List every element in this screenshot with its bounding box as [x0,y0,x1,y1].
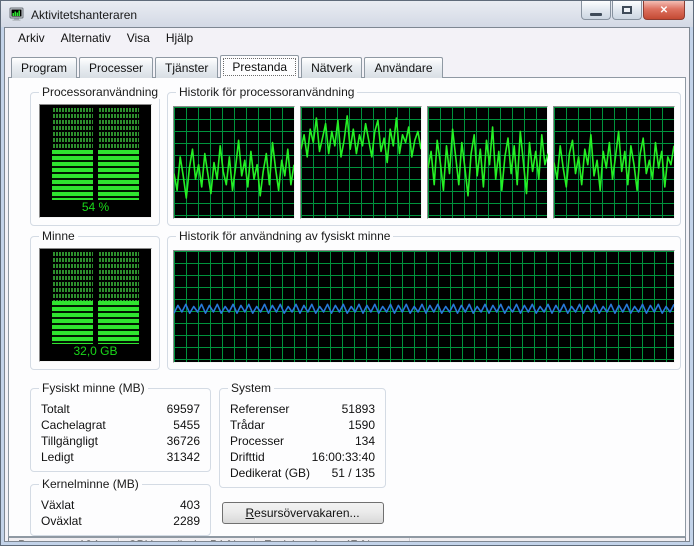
cpu-led-lit [52,150,93,200]
memory-group: Minne 32,0 GB [30,236,160,370]
cpu-history-graph-1 [173,106,295,219]
mem-led-dim [52,252,93,301]
close-icon: ✕ [660,5,668,16]
memory-meter: 32,0 GB [39,248,152,362]
cpu-history-group-label: Historik för processoranvändning [176,85,357,99]
task-manager-window: Aktivitetshanteraren ✕ Arkiv Alternativ … [0,0,694,546]
memory-history-graph [173,250,675,363]
close-button[interactable]: ✕ [643,1,685,20]
window-title: Aktivitetshanteraren [31,8,137,22]
table-row: Processer134 [230,433,375,449]
cpu-led-dim [52,108,93,150]
table-row: Referenser51893 [230,401,375,417]
tab-prestanda[interactable]: Prestanda [220,55,299,78]
status-physical-memory: Fysiskt minne: 47 % [255,538,410,542]
minimize-icon [590,13,602,16]
table-row: Växlat403 [41,497,200,513]
tab-processer[interactable]: Processer [79,57,153,78]
maximize-button[interactable] [612,1,642,20]
cpu-usage-group-label: Processoranvändning [39,85,161,99]
menubar: Arkiv Alternativ Visa Hjälp [5,28,689,48]
mem-led-lit [52,301,93,344]
menu-arkiv[interactable]: Arkiv [10,28,53,48]
cpu-usage-meter: 54 % [39,104,152,218]
minimize-button[interactable] [581,1,611,20]
status-cpu-usage: CPU-användn: 54 % [119,538,255,542]
tab-natverk[interactable]: Nätverk [301,57,362,78]
table-row: Ledigt31342 [41,449,200,465]
tab-anvandare[interactable]: Användare [364,57,442,78]
menu-hjalp[interactable]: Hjälp [158,28,201,48]
cpu-history-graph-2 [300,106,422,219]
cpu-history-group: Historik för processoranvändning [167,92,681,226]
memory-amount-label: 32,0 GB [40,344,151,361]
physical-memory-group: Fysiskt minne (MB) Totalt69597 Cachelagr… [30,388,211,472]
system-group-label: System [228,381,274,395]
table-row: Tillgängligt36726 [41,433,200,449]
table-row: Totalt69597 [41,401,200,417]
tab-tjanster[interactable]: Tjänster [155,57,218,78]
status-processes: Processer: 134 [9,538,119,542]
table-row: Drifttid16:00:33:40 [230,449,375,465]
tab-program[interactable]: Program [11,57,77,78]
tab-strip: Program Processer Tjänster Prestanda Nät… [8,55,686,78]
system-group: System Referenser51893 Trådar1590 Proces… [219,388,386,488]
physical-memory-group-label: Fysiskt minne (MB) [39,381,148,395]
memory-history-group: Historik för användning av fysiskt minne [167,236,681,370]
table-row: Trådar1590 [230,417,375,433]
memory-history-group-label: Historik för användning av fysiskt minne [176,229,393,243]
table-row: Cachelagrat5455 [41,417,200,433]
statusbar: Processer: 134 CPU-användn: 54 % Fysiskt… [8,537,686,542]
memory-group-label: Minne [39,229,78,243]
menu-alternativ[interactable]: Alternativ [53,28,119,48]
kernel-memory-group-label: Kernelminne (MB) [39,477,142,491]
table-row: Oväxlat2289 [41,513,200,529]
cpu-history-graph-3 [427,106,549,219]
cpu-percent-label: 54 % [40,200,151,217]
focus-rect [223,58,296,76]
cpu-usage-group: Processoranvändning 54 % [30,92,160,226]
menu-visa[interactable]: Visa [119,28,158,48]
maximize-icon [622,6,632,14]
kernel-memory-group: Kernelminne (MB) Växlat403 Oväxlat2289 [30,484,211,536]
table-row: Dedikerat (GB)51 / 135 [230,465,375,481]
resource-monitor-button[interactable]: Resursövervakaren... [222,502,384,524]
performance-tab-page: Processoranvändning 54 % Historik för pr… [8,77,686,537]
app-icon [9,7,25,23]
titlebar[interactable]: Aktivitetshanteraren ✕ [1,1,693,27]
cpu-history-graph-4 [553,106,675,219]
